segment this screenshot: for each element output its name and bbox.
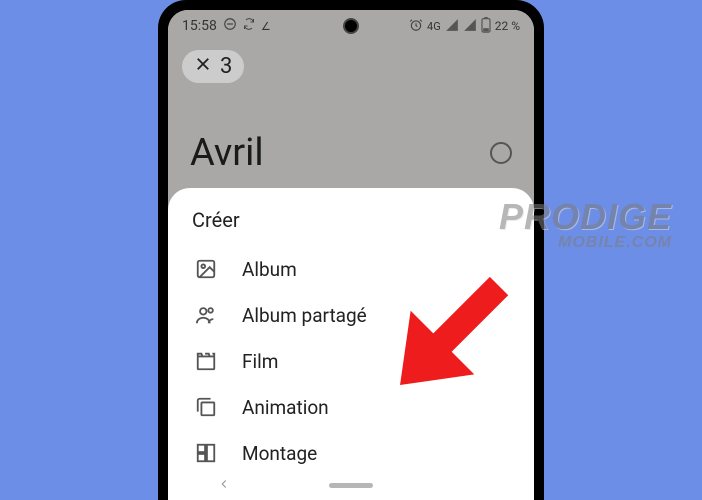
month-header: Avril (168, 91, 534, 185)
phone-frame: 15:58 ∠ 4G (158, 0, 544, 500)
sheet-item-animation[interactable]: Animation (190, 384, 512, 430)
sheet-item-label: Montage (242, 442, 317, 465)
selection-count: 3 (220, 54, 232, 79)
nav-back-icon[interactable] (217, 476, 231, 495)
phone-screen: 15:58 ∠ 4G (168, 10, 534, 500)
sheet-item-album[interactable]: Album (190, 246, 512, 292)
status-bar: 15:58 ∠ 4G (168, 10, 534, 42)
create-bottom-sheet: Créer Album Album partagé Film (168, 188, 534, 500)
sheet-item-label: Film (242, 350, 278, 373)
battery-icon (481, 17, 491, 36)
misc-status-icon: ∠ (261, 20, 271, 33)
status-time: 15:58 (182, 18, 217, 34)
sheet-item-label: Album partagé (242, 304, 367, 327)
sheet-item-label: Animation (242, 396, 329, 419)
collage-icon (194, 441, 218, 465)
animation-icon (194, 395, 218, 419)
sheet-item-movie[interactable]: Film (190, 338, 512, 384)
sheet-item-shared-album[interactable]: Album partagé (190, 292, 512, 338)
signal-icon-2 (463, 18, 477, 35)
movie-icon (194, 349, 218, 373)
shared-album-icon (194, 303, 218, 327)
camera-hole (343, 18, 359, 34)
close-icon[interactable] (194, 54, 212, 79)
dnd-icon (223, 17, 237, 35)
album-icon (194, 257, 218, 281)
alarm-icon (409, 18, 423, 35)
sync-icon (243, 18, 255, 34)
network-type: 4G (427, 20, 441, 33)
battery-percent: 22 % (495, 19, 520, 33)
system-nav-bar (168, 470, 534, 500)
signal-icon-1 (445, 18, 459, 35)
nav-home-handle[interactable] (329, 483, 373, 488)
select-all-checkbox[interactable] (490, 142, 512, 164)
selection-pill[interactable]: 3 (182, 50, 244, 83)
sheet-item-label: Album (242, 258, 297, 281)
month-title: Avril (190, 131, 264, 175)
selection-bar: 3 (168, 42, 534, 91)
sheet-title: Créer (190, 208, 512, 232)
